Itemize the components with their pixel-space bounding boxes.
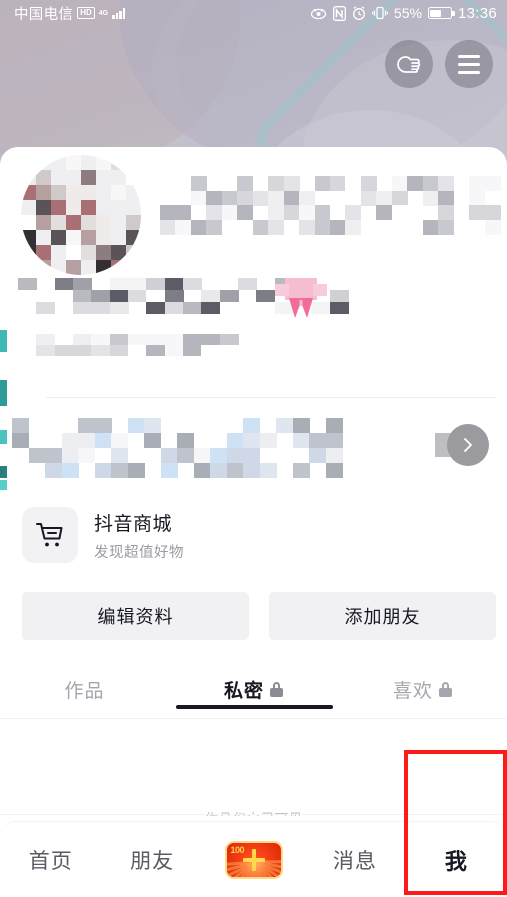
nfc-icon: [332, 5, 346, 21]
battery-percent-label: 55%: [393, 5, 422, 21]
shopping-cart-icon: [22, 507, 78, 563]
nav-messages-label: 消息: [332, 849, 377, 873]
side-drawer-edge[interactable]: [0, 330, 7, 490]
pointer-hand-icon[interactable]: [385, 40, 433, 88]
nav-me-label: 我: [444, 848, 468, 874]
tab-private-label: 私密: [223, 681, 264, 702]
tabs-hairline: [0, 718, 507, 719]
carrier-label: 中国电信: [14, 6, 74, 23]
battery-icon: [427, 7, 455, 19]
chevron-right-icon[interactable]: [447, 424, 489, 466]
eye-care-icon: [310, 7, 327, 20]
profile-tabs: 作品 私密 喜欢: [0, 672, 507, 718]
profile-stats[interactable]: [160, 176, 501, 235]
hd-badge: HD: [77, 7, 95, 19]
sakura-blossom-icon: [275, 276, 327, 322]
signal-bars-icon: [112, 7, 126, 19]
clock-label: 13:36: [457, 4, 497, 22]
douyin-profile-screen: 中国电信 HD 4G 55% 13:36 抖音商城 发现超值好物 编辑资料 添加…: [0, 0, 507, 897]
lock-icon: [439, 682, 452, 697]
bottom-navigation: 首页 朋友 100 消息 我: [0, 822, 507, 897]
nav-friends-label: 朋友: [130, 849, 175, 873]
vibrate-icon: [371, 6, 388, 20]
active-tab-indicator: [176, 705, 333, 709]
user-bio: [18, 334, 239, 356]
create-badge: 100: [230, 844, 245, 855]
nav-item-messages[interactable]: 消息: [304, 845, 405, 875]
mall-subtitle: 发现超值好物: [94, 544, 184, 561]
nav-home-label: 首页: [28, 849, 73, 873]
status-bar: 中国电信 HD 4G 55% 13:36: [0, 0, 507, 26]
network-type-label: 4G: [98, 9, 109, 17]
promo-row[interactable]: [12, 418, 343, 478]
mall-title: 抖音商城: [94, 513, 173, 535]
section-divider: [46, 397, 496, 398]
edit-profile-button[interactable]: 编辑资料: [22, 592, 249, 640]
nav-item-friends[interactable]: 朋友: [101, 845, 202, 875]
lock-icon: [270, 682, 283, 697]
create-plus-icon[interactable]: 100: [224, 840, 283, 879]
content-hairline: [0, 814, 507, 815]
nav-item-me[interactable]: 我: [406, 844, 507, 876]
douyin-mall-entry[interactable]: 抖音商城 发现超值好物: [22, 507, 184, 563]
avatar[interactable]: [18, 152, 144, 278]
hamburger-menu-icon[interactable]: [445, 40, 493, 88]
tab-likes[interactable]: 喜欢: [338, 672, 507, 703]
nav-item-home[interactable]: 首页: [0, 845, 101, 875]
profile-action-buttons: 编辑资料 添加朋友: [22, 592, 496, 640]
tab-works-label: 作品: [64, 681, 105, 702]
banner-actions: [385, 40, 493, 88]
tab-works[interactable]: 作品: [0, 672, 169, 703]
alarm-icon: [352, 6, 366, 20]
tab-private[interactable]: 私密: [169, 672, 338, 703]
tab-likes-label: 喜欢: [392, 681, 433, 702]
add-friend-button[interactable]: 添加朋友: [269, 592, 496, 640]
nav-item-create[interactable]: 100: [203, 840, 304, 879]
